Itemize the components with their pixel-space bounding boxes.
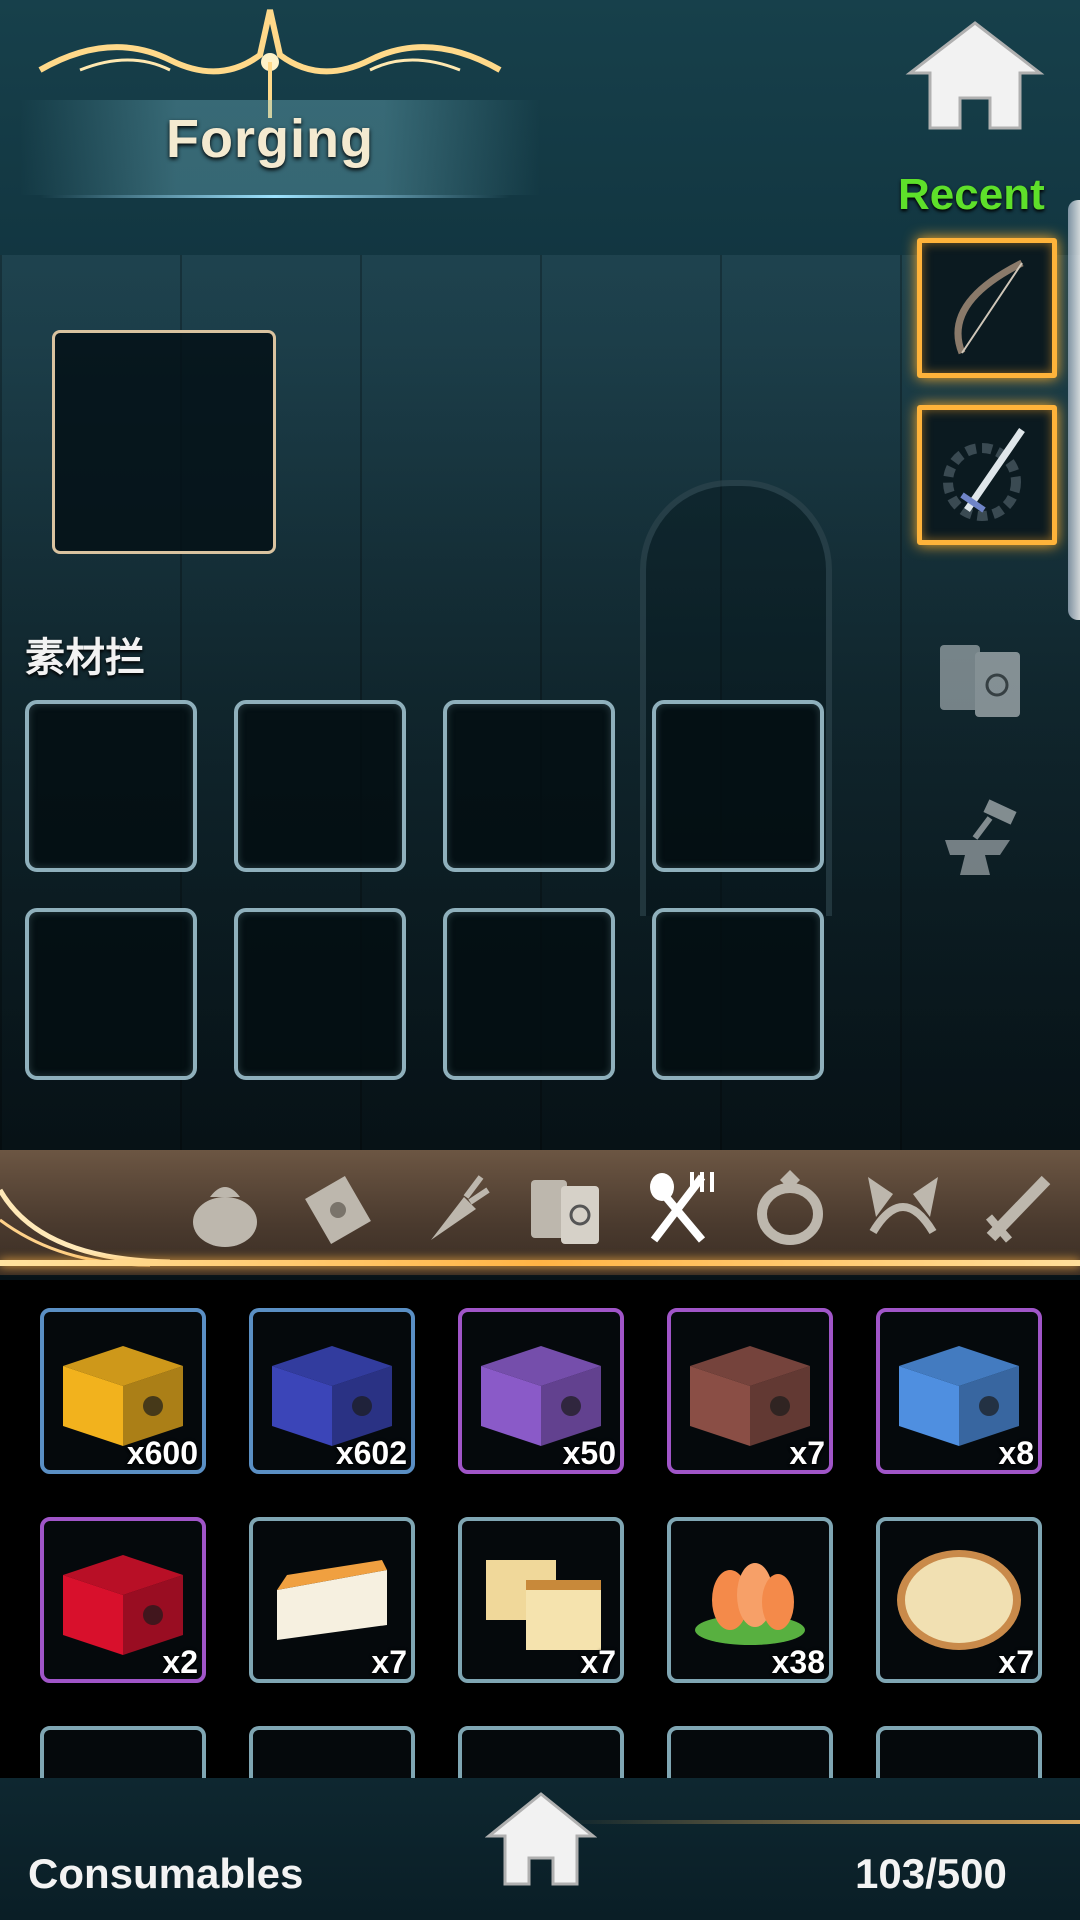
cat-ears-icon	[868, 1177, 938, 1235]
tab-sword[interactable]	[971, 1162, 1061, 1252]
tab-scroll[interactable]	[293, 1162, 383, 1252]
inventory-item-sky-box[interactable]: x8	[876, 1308, 1042, 1474]
material-slot[interactable]	[443, 908, 615, 1080]
inventory-item-cheesecake[interactable]: x7	[249, 1517, 415, 1683]
inventory-item-blue-box[interactable]: x602	[249, 1308, 415, 1474]
partial-4-icon	[680, 1739, 820, 1780]
material-slot[interactable]	[234, 908, 406, 1080]
item-quantity: x38	[771, 1644, 825, 1680]
materials-label: 素材拦	[25, 636, 145, 680]
item-quantity: x7	[580, 1644, 616, 1680]
partial-1-icon	[53, 1739, 193, 1780]
tab-cat-ears[interactable]	[858, 1162, 948, 1252]
item-quantity: x7	[998, 1644, 1034, 1680]
home-icon[interactable]	[485, 1790, 597, 1888]
inventory-item-partial-1[interactable]	[40, 1726, 206, 1780]
inventory-item-partial-3[interactable]	[458, 1726, 624, 1780]
inventory-item-red-box[interactable]: x2	[40, 1517, 206, 1683]
tab-book[interactable]	[519, 1162, 609, 1252]
material-slot[interactable]	[234, 700, 406, 872]
tab-bag[interactable]	[180, 1162, 270, 1252]
tab-ring[interactable]	[745, 1162, 835, 1252]
material-slot[interactable]	[25, 908, 197, 1080]
inventory-item-purple-box[interactable]: x50	[458, 1308, 624, 1474]
inventory-item-gold-box[interactable]: x600	[40, 1308, 206, 1474]
inventory-count: 103/500	[855, 1850, 1007, 1897]
sword-icon	[985, 1175, 1051, 1243]
inventory-item-partial-2[interactable]	[249, 1726, 415, 1780]
tab-carrot[interactable]	[406, 1162, 496, 1252]
inventory-item-castella[interactable]: x7	[458, 1517, 624, 1683]
item-quantity: x600	[126, 1435, 198, 1471]
book-icon[interactable]	[930, 630, 1030, 730]
inventory-item-partial-5[interactable]	[876, 1726, 1042, 1780]
item-quantity: x2	[162, 1644, 198, 1680]
inventory-grid: x600 x602 x50 x7 x8 x2 x7 x7 x38 x7	[0, 1280, 1080, 1780]
inventory-item-partial-4[interactable]	[667, 1726, 833, 1780]
item-quantity: x602	[335, 1435, 407, 1471]
forge-preview-slot[interactable]	[52, 330, 276, 554]
item-quantity: x50	[562, 1435, 616, 1471]
inventory-item-pizza[interactable]: x7	[876, 1517, 1042, 1683]
bow-icon	[954, 259, 1024, 355]
utensils-icon	[650, 1172, 714, 1243]
scroll-icon	[305, 1175, 371, 1245]
partial-2-icon	[262, 1739, 402, 1780]
ring-icon	[757, 1170, 823, 1245]
carrot-icon	[431, 1175, 490, 1240]
category-label: Consumables	[28, 1850, 304, 1897]
item-quantity: x8	[998, 1435, 1034, 1471]
title-banner: Forging	[20, 0, 540, 230]
partial-3-icon	[471, 1739, 611, 1780]
partial-5-icon	[889, 1739, 1029, 1780]
item-quantity: x7	[789, 1435, 825, 1471]
material-slot[interactable]	[25, 700, 197, 872]
material-slot[interactable]	[652, 908, 824, 1080]
tab-utensils[interactable]	[632, 1162, 722, 1252]
inventory-item-brown-box[interactable]: x7	[667, 1308, 833, 1474]
material-slot[interactable]	[443, 700, 615, 872]
material-slot[interactable]	[652, 700, 824, 872]
recent-label: Recent	[898, 170, 1045, 219]
page-title: Forging	[166, 109, 374, 169]
inventory-item-salmon-sashimi[interactable]: x38	[667, 1517, 833, 1683]
recent-item-bow[interactable]	[917, 238, 1057, 378]
sword-icon	[943, 428, 1025, 521]
book-icon	[531, 1180, 599, 1244]
anvil-icon[interactable]	[930, 790, 1030, 890]
home-icon[interactable]	[905, 18, 1045, 133]
item-quantity: x7	[371, 1644, 407, 1680]
bag-icon	[193, 1187, 257, 1247]
recent-item-sword[interactable]	[917, 405, 1057, 545]
